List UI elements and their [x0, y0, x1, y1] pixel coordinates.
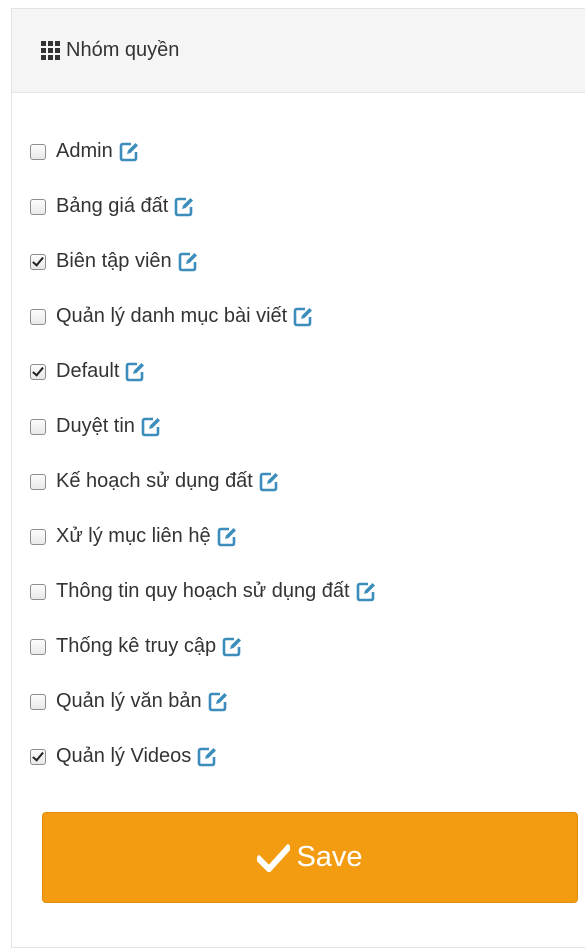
role-label[interactable]: Quản lý Videos	[56, 745, 191, 768]
grid-icon	[41, 41, 60, 60]
role-label[interactable]: Admin	[56, 140, 113, 163]
role-checkbox[interactable]	[30, 748, 46, 765]
edit-icon[interactable]	[355, 581, 377, 603]
role-label[interactable]: Default	[56, 360, 119, 383]
role-checkbox[interactable]	[30, 638, 46, 655]
role-label[interactable]: Duyệt tin	[56, 415, 135, 438]
edit-icon[interactable]	[292, 306, 314, 328]
role-item: Quản lý danh mục bài viết	[30, 289, 377, 344]
role-item: Kế hoạch sử dụng đất	[30, 454, 377, 509]
role-item: Quản lý văn bản	[30, 674, 377, 729]
role-list: Admin Bảng giá đất Biên tập viên Quản lý da…	[30, 124, 377, 784]
role-item: Thống kê truy cập	[30, 619, 377, 674]
edit-icon[interactable]	[258, 471, 280, 493]
role-item: Bảng giá đất	[30, 179, 377, 234]
role-label[interactable]: Quản lý văn bản	[56, 690, 202, 713]
edit-icon[interactable]	[124, 361, 146, 383]
role-item: Xử lý mục liên hệ	[30, 509, 377, 564]
role-checkbox[interactable]	[30, 418, 46, 435]
role-checkbox[interactable]	[30, 253, 46, 270]
role-checkbox[interactable]	[30, 528, 46, 545]
role-label[interactable]: Bảng giá đất	[56, 195, 168, 218]
role-label[interactable]: Thống kê truy cập	[56, 635, 216, 658]
panel-header: Nhóm quyền	[12, 9, 585, 93]
edit-icon[interactable]	[196, 746, 218, 768]
role-checkbox[interactable]	[30, 308, 46, 325]
panel-title: Nhóm quyền	[66, 39, 180, 61]
edit-icon[interactable]	[221, 636, 243, 658]
save-button[interactable]: Save	[42, 812, 578, 903]
role-item: Biên tập viên	[30, 234, 377, 289]
role-item: Thông tin quy hoạch sử dụng đất	[30, 564, 377, 619]
edit-icon[interactable]	[207, 691, 229, 713]
role-item: Admin	[30, 124, 377, 179]
role-checkbox[interactable]	[30, 363, 46, 380]
role-label[interactable]: Biên tập viên	[56, 250, 172, 273]
role-item: Duyệt tin	[30, 399, 377, 454]
edit-icon[interactable]	[173, 196, 195, 218]
edit-icon[interactable]	[118, 141, 140, 163]
edit-icon[interactable]	[140, 416, 162, 438]
role-label[interactable]: Quản lý danh mục bài viết	[56, 305, 287, 328]
role-label[interactable]: Xử lý mục liên hệ	[56, 525, 211, 548]
check-icon	[257, 843, 291, 872]
role-checkbox[interactable]	[30, 143, 46, 160]
role-label[interactable]: Kế hoạch sử dụng đất	[56, 470, 253, 493]
role-item: Default	[30, 344, 377, 399]
edit-icon[interactable]	[177, 251, 199, 273]
role-checkbox[interactable]	[30, 583, 46, 600]
edit-icon[interactable]	[216, 526, 238, 548]
role-item: Quản lý Videos	[30, 729, 377, 784]
role-checkbox[interactable]	[30, 198, 46, 215]
role-checkbox[interactable]	[30, 473, 46, 490]
save-button-label: Save	[296, 841, 363, 873]
role-checkbox[interactable]	[30, 693, 46, 710]
role-label[interactable]: Thông tin quy hoạch sử dụng đất	[56, 580, 350, 603]
